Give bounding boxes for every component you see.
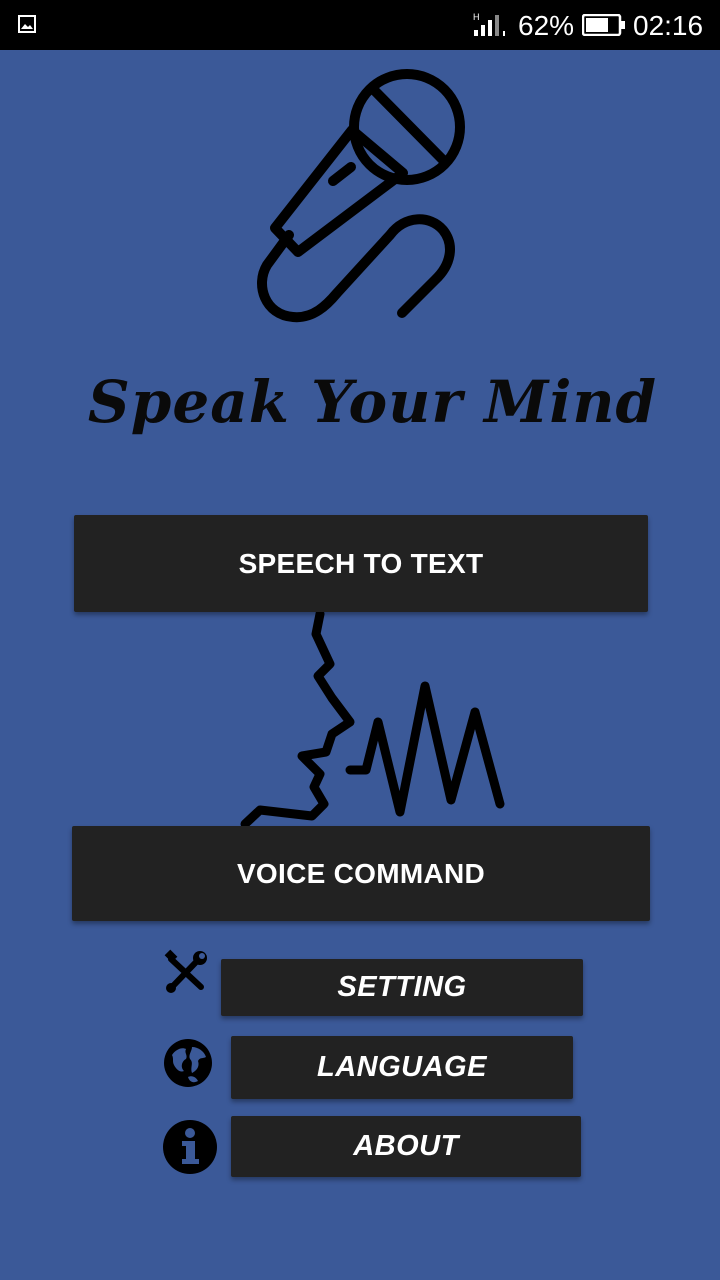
status-bar: H 62% 02:16 [0, 0, 720, 50]
gallery-icon [18, 15, 36, 37]
speech-to-text-label: SPEECH TO TEXT [238, 547, 484, 579]
voice-wave-icon [240, 609, 510, 832]
language-label: LANGUAGE [317, 1051, 487, 1083]
svg-text:H: H [473, 12, 480, 22]
voice-command-button[interactable]: VOICE COMMAND [72, 826, 650, 921]
about-button[interactable]: ABOUT [231, 1116, 581, 1177]
about-label: ABOUT [353, 1130, 459, 1162]
voice-command-label: VOICE COMMAND [236, 857, 486, 889]
language-button[interactable]: LANGUAGE [231, 1036, 573, 1099]
signal-icon: H [472, 12, 512, 42]
microphone-icon [255, 65, 475, 329]
battery-percent: 62% [518, 10, 575, 41]
app-title: Speak Your Mind [87, 368, 658, 436]
battery-icon [581, 13, 626, 40]
setting-button[interactable]: SETTING [221, 959, 583, 1016]
tools-icon [163, 949, 209, 999]
globe-icon [162, 1037, 214, 1093]
clock: 02:16 [633, 10, 704, 41]
info-icon [162, 1119, 218, 1179]
speech-to-text-button[interactable]: SPEECH TO TEXT [74, 515, 648, 612]
setting-label: SETTING [337, 971, 467, 1003]
